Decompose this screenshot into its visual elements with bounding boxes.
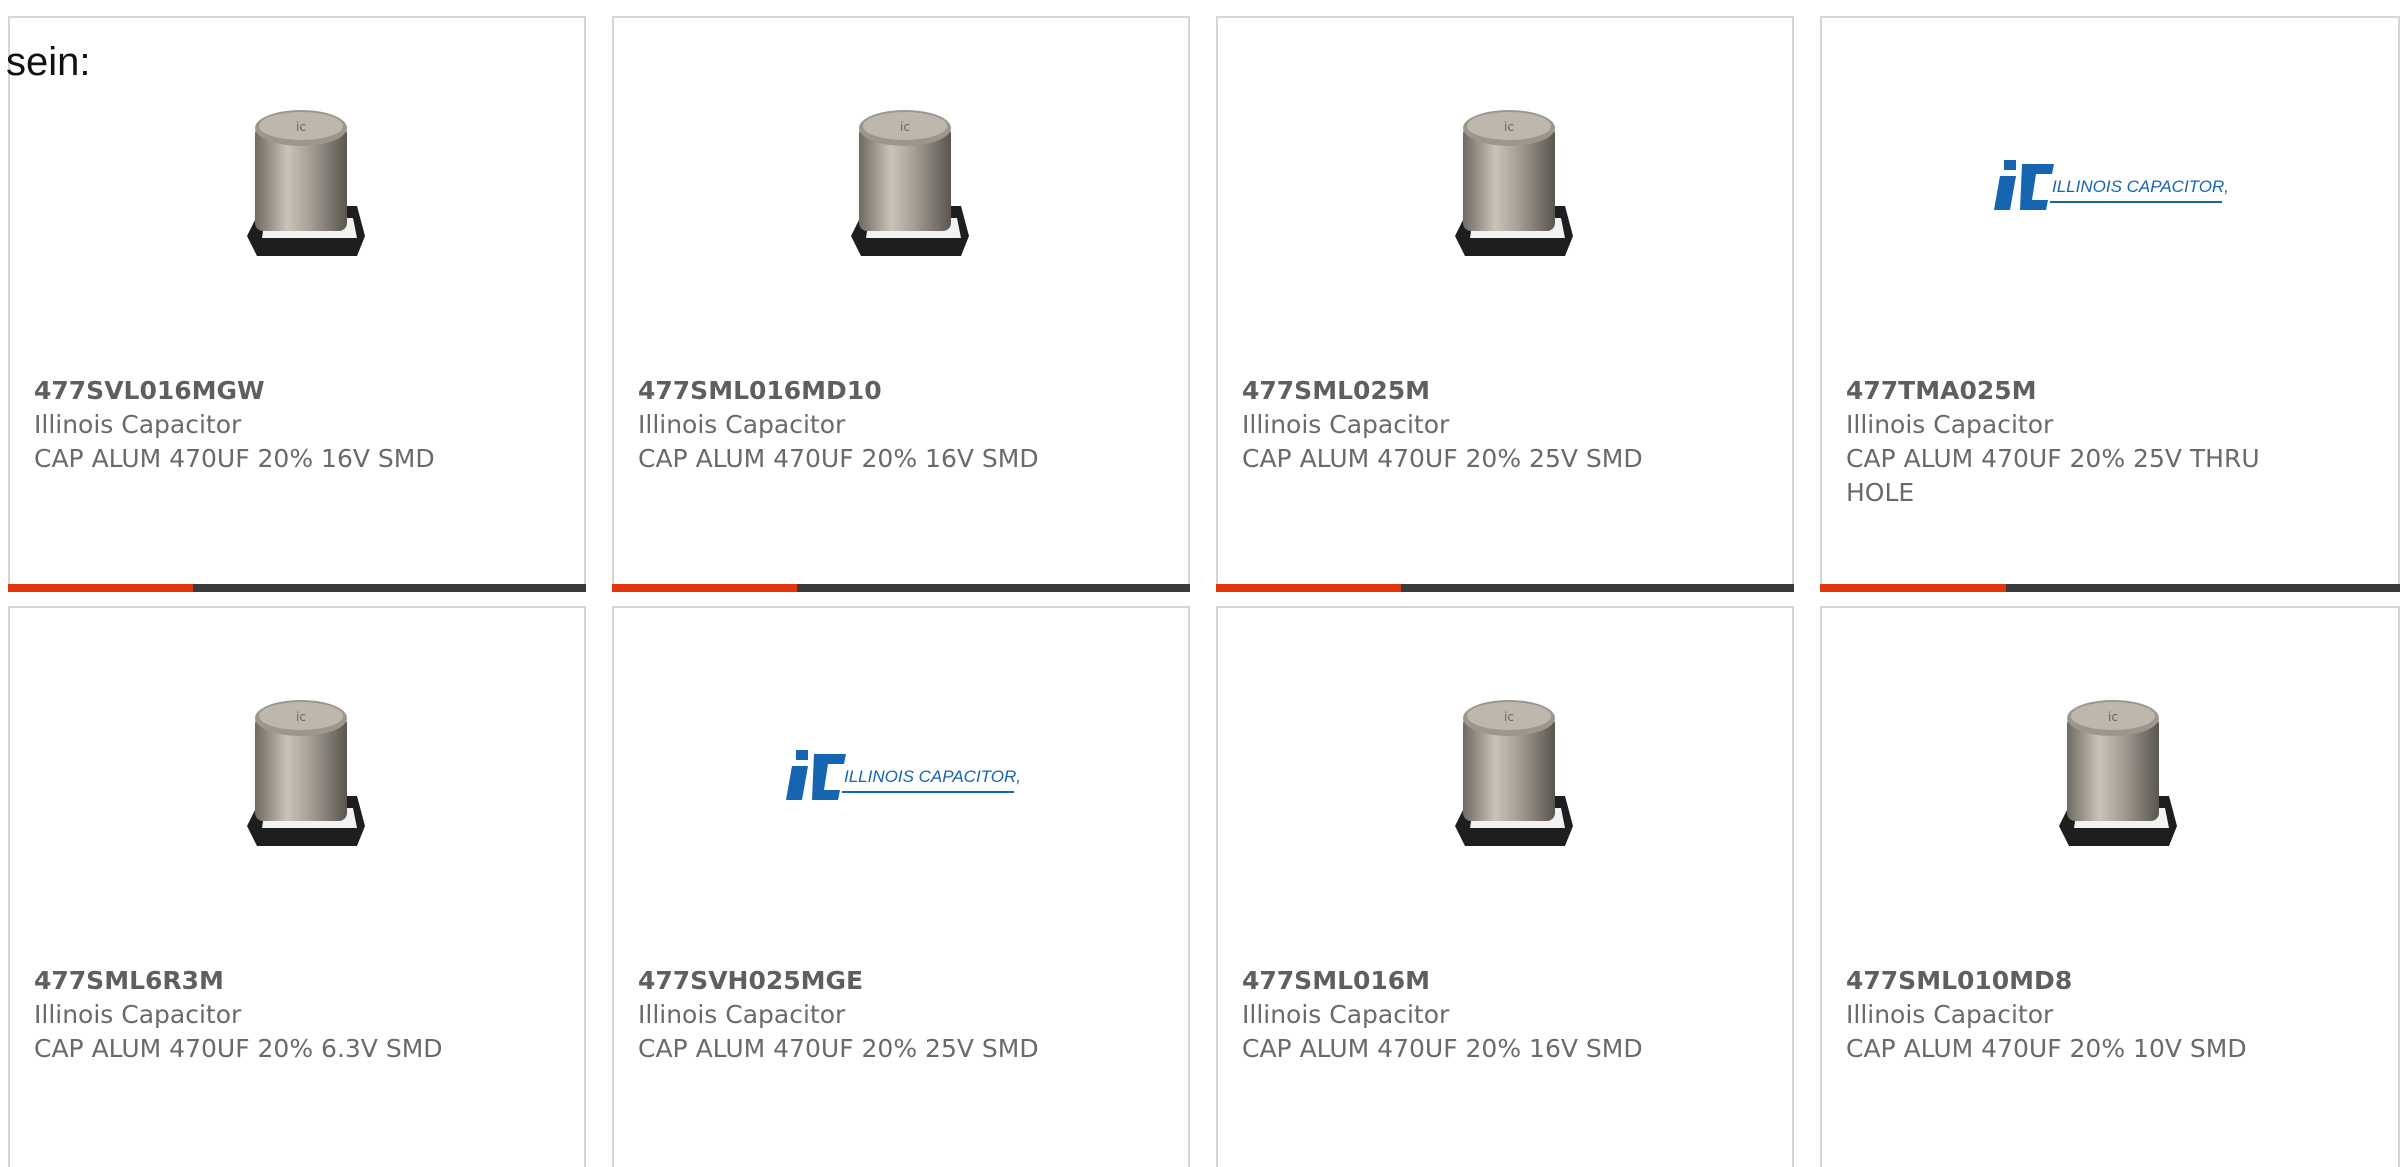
capacitor-icon: ic — [801, 86, 1001, 286]
svg-text:ILLINOIS CAPACITOR, INC.: ILLINOIS CAPACITOR, INC. — [2052, 177, 2228, 196]
description: CAP ALUM 470UF 20% 10V SMD — [1846, 1034, 2247, 1063]
manufacturer: Illinois Capacitor — [638, 1000, 846, 1029]
capacitor-icon: ic — [197, 676, 397, 876]
product-card[interactable]: ic 477SML010MD8 Illinois Capacitor CAP A… — [1820, 606, 2400, 1167]
part-number-link[interactable]: 477SML010MD8 — [1846, 964, 2374, 998]
capacitor-icon: ic — [2009, 676, 2209, 876]
part-number-link[interactable]: 477SML6R3M — [34, 964, 560, 998]
manufacturer: Illinois Capacitor — [1242, 1000, 1450, 1029]
card-accent-bar — [1216, 584, 1794, 592]
part-number-link[interactable]: 477SML025M — [1242, 374, 1768, 408]
product-card[interactable]: ic 477SVL016MGW Illinois Capacitor CAP A… — [8, 16, 586, 592]
manufacturer: Illinois Capacitor — [1846, 410, 2054, 439]
description: CAP ALUM 470UF 20% 16V SMD — [638, 444, 1039, 473]
intro-text: sein: — [6, 40, 91, 84]
manufacturer: Illinois Capacitor — [34, 1000, 242, 1029]
product-info: 477SML010MD8 Illinois Capacitor CAP ALUM… — [1846, 964, 2374, 1066]
product-grid-page: sein: ic 477SVL016MGW Illinois Capacitor… — [0, 0, 2400, 1167]
description: CAP ALUM 470UF 20% 16V SMD — [34, 444, 435, 473]
manufacturer: Illinois Capacitor — [1242, 410, 1450, 439]
svg-text:ic: ic — [2108, 710, 2118, 724]
description: CAP ALUM 470UF 20% 25V SMD — [1242, 444, 1643, 473]
product-info: 477SVL016MGW Illinois Capacitor CAP ALUM… — [34, 374, 560, 476]
svg-text:ic: ic — [1504, 710, 1514, 724]
capacitor-icon: ic — [197, 86, 397, 286]
manufacturer: Illinois Capacitor — [1846, 1000, 2054, 1029]
svg-text:ic: ic — [296, 120, 306, 134]
product-card[interactable]: ILLINOIS CAPACITOR, INC. 477SVH025MGE Il… — [612, 606, 1190, 1167]
description: CAP ALUM 470UF 20% 16V SMD — [1242, 1034, 1643, 1063]
manufacturer: Illinois Capacitor — [638, 410, 846, 439]
capacitor-icon: ic — [1405, 676, 1605, 876]
product-info: 477SML016M Illinois Capacitor CAP ALUM 4… — [1242, 964, 1768, 1066]
product-card[interactable]: ic 477SML016M Illinois Capacitor CAP ALU… — [1216, 606, 1794, 1167]
part-number-link[interactable]: 477TMA025M — [1846, 374, 2374, 408]
card-accent-bar — [612, 584, 1190, 592]
description: CAP ALUM 470UF 20% 25V THRU HOLE — [1846, 444, 2260, 507]
description: CAP ALUM 470UF 20% 25V SMD — [638, 1034, 1039, 1063]
svg-text:ic: ic — [296, 710, 306, 724]
product-info: 477TMA025M Illinois Capacitor CAP ALUM 4… — [1846, 374, 2374, 510]
illinois-capacitor-logo: ILLINOIS CAPACITOR, INC. — [1992, 86, 2228, 286]
product-card[interactable]: ILLINOIS CAPACITOR, INC. 477TMA025M Illi… — [1820, 16, 2400, 592]
card-accent-bar — [1820, 584, 2400, 592]
product-card[interactable]: ic 477SML016MD10 Illinois Capacitor CAP … — [612, 16, 1190, 592]
svg-text:ic: ic — [1504, 120, 1514, 134]
part-number-link[interactable]: 477SVH025MGE — [638, 964, 1164, 998]
capacitor-icon: ic — [1405, 86, 1605, 286]
description: CAP ALUM 470UF 20% 6.3V SMD — [34, 1034, 443, 1063]
part-number-link[interactable]: 477SML016M — [1242, 964, 1768, 998]
product-info: 477SML6R3M Illinois Capacitor CAP ALUM 4… — [34, 964, 560, 1066]
svg-text:ILLINOIS CAPACITOR, INC.: ILLINOIS CAPACITOR, INC. — [844, 767, 1020, 786]
product-info: 477SVH025MGE Illinois Capacitor CAP ALUM… — [638, 964, 1164, 1066]
product-card[interactable]: ic 477SML6R3M Illinois Capacitor CAP ALU… — [8, 606, 586, 1167]
manufacturer: Illinois Capacitor — [34, 410, 242, 439]
part-number-link[interactable]: 477SVL016MGW — [34, 374, 560, 408]
product-info: 477SML016MD10 Illinois Capacitor CAP ALU… — [638, 374, 1164, 476]
product-card[interactable]: ic 477SML025M Illinois Capacitor CAP ALU… — [1216, 16, 1794, 592]
svg-text:ic: ic — [900, 120, 910, 134]
product-info: 477SML025M Illinois Capacitor CAP ALUM 4… — [1242, 374, 1768, 476]
card-accent-bar — [8, 584, 586, 592]
illinois-capacitor-logo: ILLINOIS CAPACITOR, INC. — [784, 676, 1020, 876]
part-number-link[interactable]: 477SML016MD10 — [638, 374, 1164, 408]
